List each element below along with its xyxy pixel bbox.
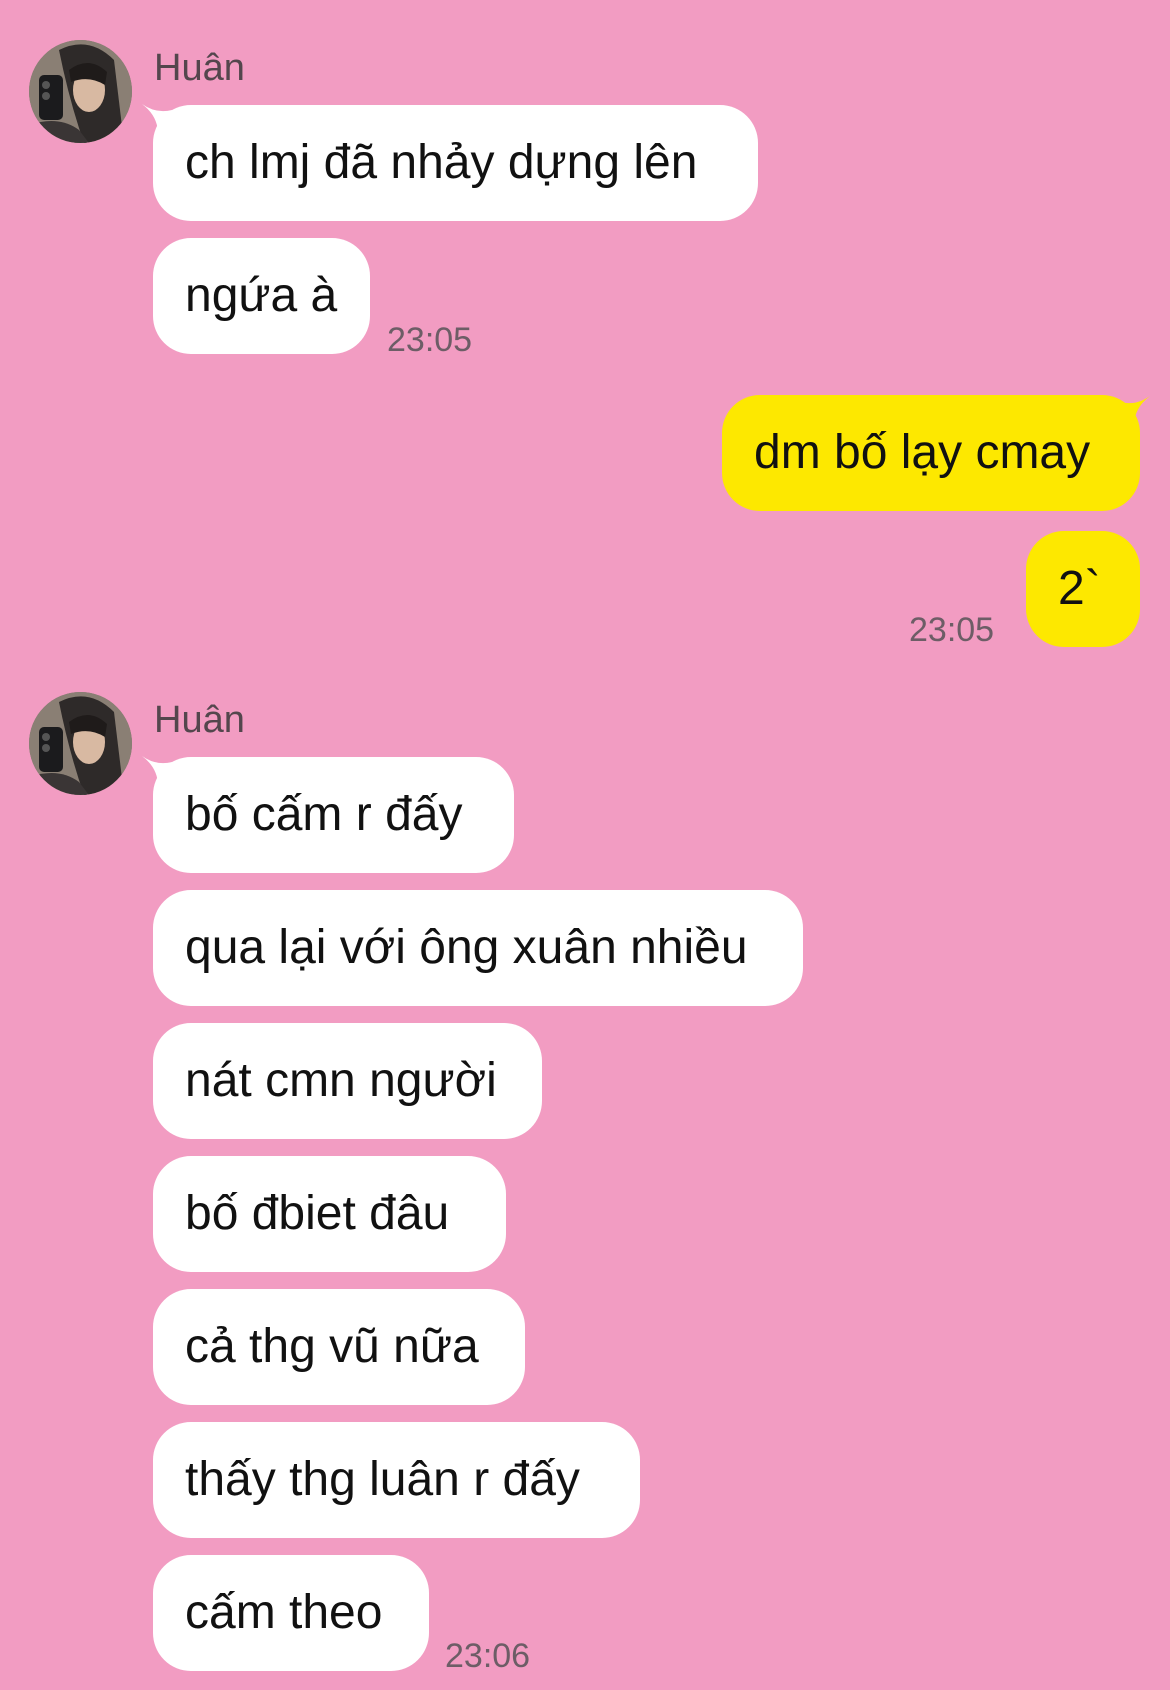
message-timestamp: 23:06: [445, 1637, 531, 1675]
sender-name: Huân: [154, 47, 245, 89]
message-bubble[interactable]: bố đbiet đâu: [153, 1156, 506, 1272]
message-timestamp: 23:05: [387, 321, 473, 359]
message-bubble[interactable]: nát cmn người: [153, 1023, 542, 1139]
avatar[interactable]: [29, 692, 132, 795]
message-timestamp: 23:05: [909, 611, 995, 649]
message-bubble[interactable]: ngứa à: [153, 238, 370, 354]
avatar[interactable]: [29, 40, 132, 143]
sender-name: Huân: [154, 699, 245, 741]
message-bubble[interactable]: thấy thg luân r đấy: [153, 1422, 640, 1538]
message-bubble[interactable]: 2`: [1026, 531, 1140, 647]
message-bubble[interactable]: cả thg vũ nữa: [153, 1289, 525, 1405]
chat-thread: Huân ch lmj đã nhảy dựng lên ngứa à 23:0…: [0, 0, 1170, 1690]
message-bubble[interactable]: ch lmj đã nhảy dựng lên: [153, 105, 758, 221]
message-bubble[interactable]: dm bố lạy cmay: [722, 395, 1140, 511]
message-bubble[interactable]: cấm theo: [153, 1555, 429, 1671]
message-bubble[interactable]: qua lại với ông xuân nhiều: [153, 890, 803, 1006]
message-bubble[interactable]: bố cấm r đấy: [153, 757, 514, 873]
